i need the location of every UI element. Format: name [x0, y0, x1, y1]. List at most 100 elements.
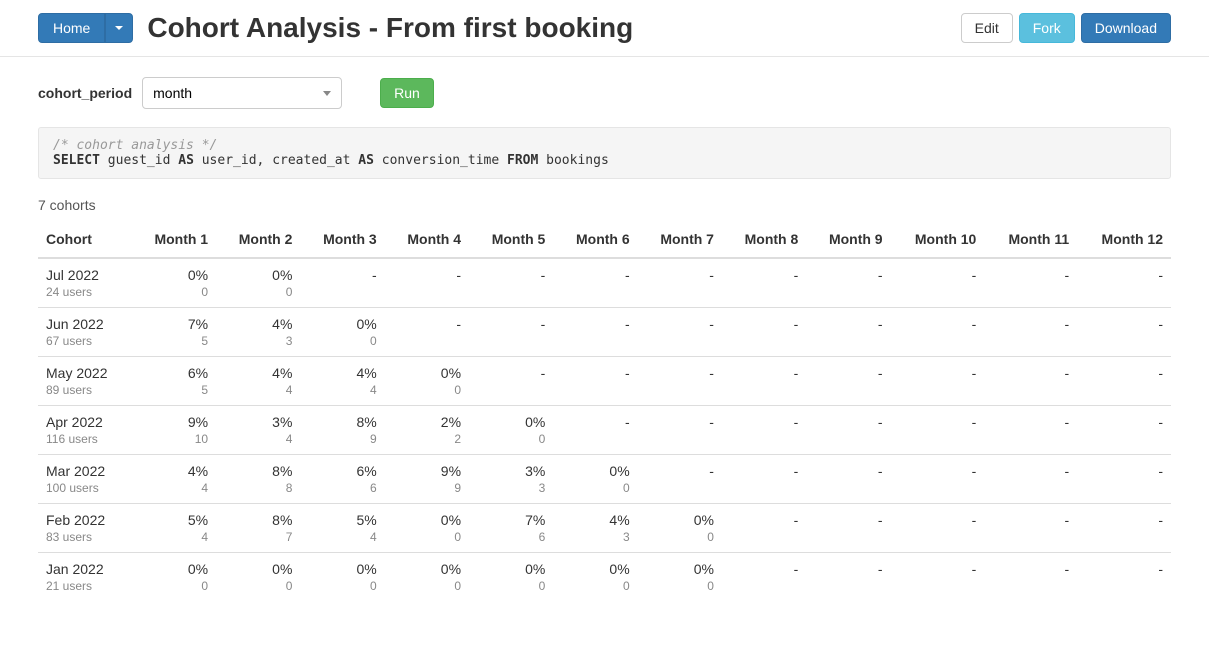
- cohort-cell: Jun 202267 users: [38, 308, 132, 357]
- value-cell: -: [722, 357, 806, 406]
- cell-count: 8: [224, 481, 292, 495]
- value-cell: -: [300, 258, 384, 308]
- cell-count: 0: [393, 579, 461, 593]
- cell-count: 0: [646, 530, 714, 544]
- col-month: Month 6: [553, 221, 637, 258]
- value-cell: 4%4: [216, 357, 300, 406]
- value-cell: -: [891, 504, 985, 553]
- download-button[interactable]: Download: [1081, 13, 1171, 43]
- value-cell: 0%0: [132, 258, 216, 308]
- cohort-cell: Jul 2022 24 users: [38, 258, 132, 308]
- home-dropdown-toggle[interactable]: [105, 13, 133, 43]
- value-cell: 0%0: [469, 406, 553, 455]
- cohort-cell: Feb 202283 users: [38, 504, 132, 553]
- cohort-users: 89 users: [46, 383, 124, 397]
- value-cell: 3%3: [469, 455, 553, 504]
- value-cell: -: [1077, 357, 1171, 406]
- table-row: Jul 202224 users0%00%0----------: [38, 258, 1171, 308]
- cell-count: 9: [308, 432, 376, 446]
- col-month: Month 12: [1077, 221, 1171, 258]
- value-cell: 8%8: [216, 455, 300, 504]
- value-cell: 0%0: [553, 455, 637, 504]
- value-cell: -: [806, 258, 890, 308]
- value-cell: 0%0: [216, 553, 300, 602]
- cohort-cell: Jan 202221 users: [38, 553, 132, 602]
- cell-percent: 0%: [393, 365, 461, 381]
- value-cell: 4%3: [553, 504, 637, 553]
- cell-count: 6: [477, 530, 545, 544]
- value-cell: -: [553, 308, 637, 357]
- cohort-users: 24 users: [46, 285, 124, 299]
- fork-button[interactable]: Fork: [1019, 13, 1075, 43]
- cell-count: 0: [393, 530, 461, 544]
- value-cell: 5%4: [300, 504, 384, 553]
- value-cell: -: [385, 258, 469, 308]
- cell-percent: 0%: [393, 561, 461, 577]
- edit-button[interactable]: Edit: [961, 13, 1013, 43]
- value-cell: 0%0: [300, 308, 384, 357]
- chevron-down-icon: [323, 91, 331, 96]
- cohort-name: Feb 2022: [46, 512, 124, 528]
- cell-count: 0: [224, 579, 292, 593]
- cell-percent: 9%: [140, 414, 208, 430]
- value-cell: -: [984, 308, 1077, 357]
- cohort-table: CohortMonth 1Month 2Month 3Month 4Month …: [38, 221, 1171, 601]
- value-cell: 8%9: [300, 406, 384, 455]
- value-cell: -: [984, 504, 1077, 553]
- caret-down-icon: [115, 26, 123, 30]
- value-cell: -: [469, 357, 553, 406]
- cohort-count: 7 cohorts: [0, 185, 1209, 221]
- col-month: Month 5: [469, 221, 553, 258]
- cell-percent: 0%: [224, 561, 292, 577]
- value-cell: -: [806, 504, 890, 553]
- run-button[interactable]: Run: [380, 78, 434, 108]
- home-button[interactable]: Home: [38, 13, 105, 43]
- cell-percent: 5%: [308, 512, 376, 528]
- cell-count: 0: [477, 432, 545, 446]
- cell-percent: 6%: [140, 365, 208, 381]
- value-cell: -: [638, 308, 722, 357]
- value-cell: -: [806, 357, 890, 406]
- cell-count: 4: [224, 432, 292, 446]
- value-cell: -: [722, 258, 806, 308]
- cohort-users: 100 users: [46, 481, 124, 495]
- col-month: Month 1: [132, 221, 216, 258]
- value-cell: 0%0: [300, 553, 384, 602]
- value-cell: 7%5: [132, 308, 216, 357]
- value-cell: -: [1077, 308, 1171, 357]
- value-cell: -: [638, 455, 722, 504]
- col-month: Month 11: [984, 221, 1077, 258]
- table-row: Feb 202283 users5%48%75%40%07%64%30%0---…: [38, 504, 1171, 553]
- value-cell: -: [722, 553, 806, 602]
- cell-percent: 2%: [393, 414, 461, 430]
- value-cell: -: [806, 308, 890, 357]
- cell-count: 4: [140, 530, 208, 544]
- cell-percent: 0%: [646, 561, 714, 577]
- table-row: Mar 2022100 users4%48%86%69%93%30%0-----…: [38, 455, 1171, 504]
- value-cell: -: [553, 357, 637, 406]
- cell-count: 0: [646, 579, 714, 593]
- col-cohort: Cohort: [38, 221, 132, 258]
- cohort-users: 67 users: [46, 334, 124, 348]
- cell-count: 2: [393, 432, 461, 446]
- cohort-name: Jul 2022: [46, 267, 124, 283]
- value-cell: 7%6: [469, 504, 553, 553]
- value-cell: 8%7: [216, 504, 300, 553]
- cell-percent: 0%: [477, 561, 545, 577]
- value-cell: 9%9: [385, 455, 469, 504]
- cell-percent: 4%: [224, 316, 292, 332]
- value-cell: 6%6: [300, 455, 384, 504]
- value-cell: -: [891, 553, 985, 602]
- table-row: May 202289 users6%54%44%40%0--------: [38, 357, 1171, 406]
- cohort-cell: Mar 2022100 users: [38, 455, 132, 504]
- table-row: Jun 202267 users7%54%30%0---------: [38, 308, 1171, 357]
- cell-count: 0: [308, 579, 376, 593]
- value-cell: 2%2: [385, 406, 469, 455]
- cell-percent: 0%: [308, 316, 376, 332]
- cell-count: 4: [308, 530, 376, 544]
- cohort-period-select[interactable]: month: [142, 77, 342, 109]
- cell-count: 3: [561, 530, 629, 544]
- value-cell: -: [891, 455, 985, 504]
- page-title: Cohort Analysis - From first booking: [147, 12, 633, 44]
- cell-percent: 0%: [393, 512, 461, 528]
